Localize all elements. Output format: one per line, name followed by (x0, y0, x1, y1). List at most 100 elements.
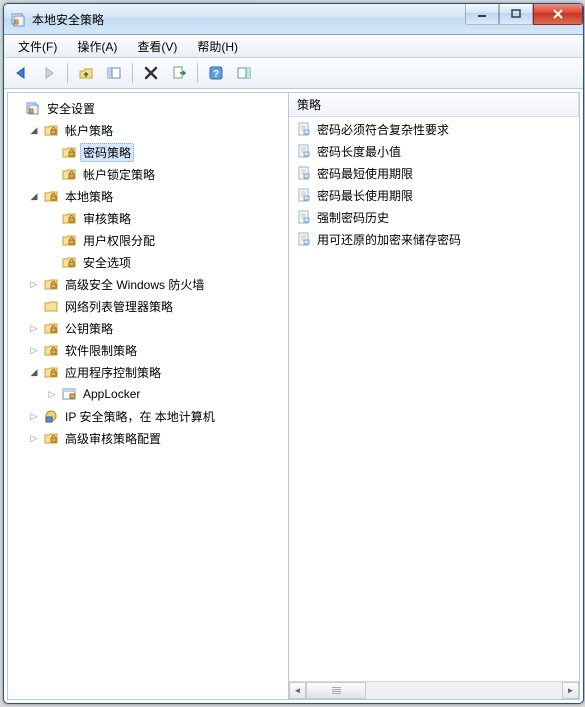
expand-toggle-icon[interactable]: ▷ (26, 430, 42, 446)
collapse-toggle-icon[interactable]: ◢ (26, 122, 42, 138)
tree-item-label[interactable]: 高级审核策略配置 (62, 429, 164, 448)
tree-item[interactable]: 安全选项 (44, 251, 288, 273)
list-item-label: 用可还原的加密来储存密码 (317, 231, 461, 248)
toolbar-show-hide-pane-button[interactable] (101, 60, 127, 86)
scroll-grip-icon (332, 687, 341, 694)
ipsec-icon (42, 408, 60, 424)
tree-item[interactable]: 密码策略 (44, 141, 288, 163)
scroll-thumb[interactable] (306, 682, 366, 699)
tree-root-item[interactable]: 安全设置 (8, 97, 288, 119)
tree-item-label[interactable]: IP 安全策略，在 本地计算机 (62, 407, 218, 426)
expand-toggle-icon[interactable] (44, 166, 60, 182)
folder-lock-icon (60, 210, 78, 226)
tree-item[interactable]: 网络列表管理器策略 (26, 295, 288, 317)
list-row[interactable]: 密码必须符合复杂性要求 (289, 118, 579, 140)
tree-item-label[interactable]: 本地策略 (62, 187, 116, 206)
folder-icon (42, 298, 60, 314)
list-row[interactable]: 密码最短使用期限 (289, 162, 579, 184)
tree-item-label[interactable]: 密码策略 (80, 143, 134, 162)
collapse-toggle-icon[interactable]: ◢ (26, 188, 42, 204)
app-icon (10, 11, 26, 27)
expand-toggle-icon[interactable]: ▷ (44, 386, 60, 402)
list-item-label: 密码最长使用期限 (317, 187, 413, 204)
tree-item[interactable]: ▷ IP 安全策略，在 本地计算机 (26, 405, 288, 427)
tree-item[interactable]: 帐户锁定策略 (44, 163, 288, 185)
list-row[interactable]: 密码最长使用期限 (289, 184, 579, 206)
toolbar-delete-button[interactable] (138, 60, 164, 86)
tree-item[interactable]: ◢ 本地策略 (26, 185, 288, 207)
toolbar-back-button[interactable] (8, 60, 34, 86)
close-icon (552, 9, 564, 19)
toolbar-properties-button[interactable] (231, 60, 257, 86)
tree-item[interactable]: ▷ 高级审核策略配置 (26, 427, 288, 449)
menu-file[interactable]: 文件(F) (8, 36, 67, 57)
expand-toggle-icon[interactable]: ▷ (26, 276, 42, 292)
expand-toggle-icon[interactable] (44, 232, 60, 248)
toolbar-up-button[interactable] (73, 60, 99, 86)
expand-toggle-icon[interactable]: ▷ (26, 342, 42, 358)
tree-item-label[interactable]: 帐户策略 (62, 121, 116, 140)
toolbar-help-button[interactable]: ? (203, 60, 229, 86)
title-bar[interactable]: 本地安全策略 (4, 4, 583, 35)
scroll-left-button[interactable]: ◄ (289, 682, 306, 699)
list-row[interactable]: 用可还原的加密来储存密码 (289, 228, 579, 250)
tree-item-label[interactable]: 安全选项 (80, 253, 134, 272)
applocker-icon (60, 386, 78, 402)
tree-item[interactable]: 用户权限分配 (44, 229, 288, 251)
list-row[interactable]: 密码长度最小值 (289, 140, 579, 162)
horizontal-scrollbar[interactable]: ◄ ► (289, 681, 579, 699)
tree-item[interactable]: ▷ 高级安全 Windows 防火墙 (26, 273, 288, 295)
expand-toggle-icon[interactable]: ▷ (26, 320, 42, 336)
tree-item-label[interactable]: AppLocker (80, 386, 143, 402)
tree-item-label[interactable]: 审核策略 (80, 209, 134, 228)
folder-lock-icon (42, 320, 60, 336)
policy-item-icon (295, 143, 313, 159)
tree-item[interactable]: 审核策略 (44, 207, 288, 229)
folder-lock-icon (60, 254, 78, 270)
tree-item-label[interactable]: 帐户锁定策略 (80, 165, 158, 184)
tree-item-label[interactable]: 软件限制策略 (62, 341, 140, 360)
minimize-button[interactable] (465, 4, 499, 25)
tree-item[interactable]: ▷ 软件限制策略 (26, 339, 288, 361)
app-window: 本地安全策略 文件(F) 操作(A) 查看(V) 帮助(H) (3, 3, 584, 704)
show-hide-pane-icon (106, 65, 122, 81)
list-row[interactable]: 强制密码历史 (289, 206, 579, 228)
tree-item[interactable]: ◢ 应用程序控制策略 (26, 361, 288, 383)
tree-item-label[interactable]: 高级安全 Windows 防火墙 (62, 275, 207, 294)
toolbar: ? (4, 58, 583, 89)
close-button[interactable] (533, 4, 583, 25)
maximize-button[interactable] (499, 4, 533, 25)
tree-item-label[interactable]: 应用程序控制策略 (62, 363, 164, 382)
tree-item[interactable]: ▷ 公钥策略 (26, 317, 288, 339)
client-area: 安全设置◢帐户策略密码策略帐户锁定策略◢本地策略审核策略用户权限分配安全选项▷高… (7, 92, 580, 700)
list-header[interactable]: 策略 (289, 93, 579, 117)
toolbar-forward-button[interactable] (36, 60, 62, 86)
expand-toggle-icon[interactable] (26, 298, 42, 314)
menu-view[interactable]: 查看(V) (127, 36, 187, 57)
tree-pane[interactable]: 安全设置◢帐户策略密码策略帐户锁定策略◢本地策略审核策略用户权限分配安全选项▷高… (8, 93, 289, 699)
menu-help[interactable]: 帮助(H) (187, 36, 248, 57)
folder-lock-icon (60, 232, 78, 248)
tree-item-label[interactable]: 网络列表管理器策略 (62, 297, 176, 316)
expand-toggle-icon[interactable] (44, 210, 60, 226)
tree-item[interactable]: ▷ AppLocker (44, 383, 288, 405)
tree-item-label[interactable]: 公钥策略 (62, 319, 116, 338)
expand-toggle-icon[interactable] (44, 144, 60, 160)
menu-bar: 文件(F) 操作(A) 查看(V) 帮助(H) (4, 35, 583, 58)
collapse-toggle-icon[interactable]: ◢ (26, 364, 42, 380)
expand-toggle-icon[interactable]: ▷ (26, 408, 42, 424)
properties-pane-icon (236, 65, 252, 81)
toolbar-export-button[interactable] (166, 60, 192, 86)
tree-item[interactable]: ◢ 帐户策略 (26, 119, 288, 141)
list-item-label: 密码最短使用期限 (317, 165, 413, 182)
list-body[interactable]: 密码必须符合复杂性要求密码长度最小值密码最短使用期限密码最长使用期限强制密码历史… (289, 117, 579, 681)
expand-toggle-icon[interactable] (44, 254, 60, 270)
list-column-policy[interactable]: 策略 (289, 93, 579, 116)
window-controls (465, 4, 583, 25)
tree-item-label[interactable]: 安全设置 (44, 99, 98, 118)
delete-icon (143, 65, 159, 81)
menu-action[interactable]: 操作(A) (67, 36, 127, 57)
scroll-right-button[interactable]: ► (562, 682, 579, 699)
tree-item-label[interactable]: 用户权限分配 (80, 231, 158, 250)
list-pane: 策略 密码必须符合复杂性要求密码长度最小值密码最短使用期限密码最长使用期限强制密… (289, 93, 579, 699)
